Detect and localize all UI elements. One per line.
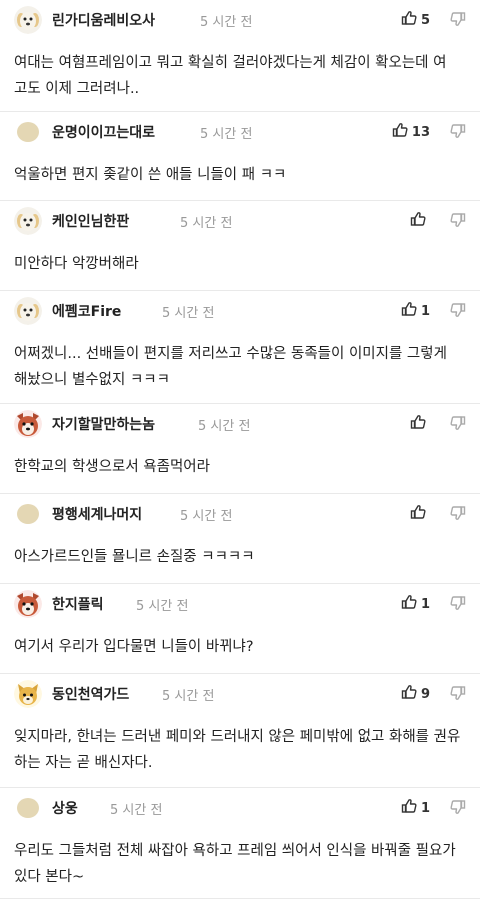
comment-timestamp: 5 시간 전 (136, 599, 189, 614)
comment-item: 평행세계나머지 5 시간 전아스가르드인들 묠니르 손질중 ㅋㅋㅋㅋ (0, 494, 480, 584)
like-count: 1 (420, 800, 430, 816)
dislike-button[interactable] (450, 799, 466, 819)
like-button[interactable]: 1 (401, 594, 430, 614)
avatar[interactable] (14, 297, 42, 325)
like-button[interactable] (410, 414, 430, 434)
like-button[interactable]: 13 (392, 122, 430, 142)
commenter-nickname[interactable]: 동인천역가드 (52, 684, 129, 704)
thumbs-up-icon (410, 414, 426, 434)
dislike-button[interactable] (450, 685, 466, 705)
comment-body: 미안하다 악깡버해라 (14, 256, 139, 272)
comment-item: 에펨코Fire 5 시간 전 1 어쩌겠니... 선배들이 편지를 저리쓰고 수많은 … (0, 291, 480, 404)
like-button[interactable]: 9 (401, 684, 430, 704)
thumbs-up-icon (401, 10, 417, 30)
comment-body: 잊지마라, 한녀는 드러낸 페미와 드러내지 않은 페미밖에 없고 화해를 권유… (14, 729, 461, 771)
avatar[interactable] (14, 6, 42, 34)
thumbs-up-icon (392, 122, 408, 142)
dislike-button[interactable] (450, 11, 466, 31)
commenter-nickname[interactable]: 에펨코Fire (52, 301, 121, 321)
thumbs-down-icon (450, 303, 466, 322)
avatar[interactable] (14, 590, 42, 618)
commenter-nickname[interactable]: 자기할말만하는놈 (52, 414, 155, 434)
comment-item: 상웅 5 시간 전 1 우리도 그들처럼 전체 싸잡아 욕하고 프레임 씌어서 인식을… (0, 788, 480, 899)
like-count: 1 (420, 303, 430, 319)
comment-timestamp: 5 시간 전 (180, 216, 233, 231)
thumbs-up-icon (410, 211, 426, 231)
commenter-nickname[interactable]: 린가디움레비오사 (52, 10, 155, 30)
comment-timestamp: 5 시간 전 (200, 15, 253, 30)
commenter-nickname[interactable]: 평행세계나머지 (52, 504, 142, 524)
avatar[interactable] (14, 118, 42, 146)
comment-body: 아스가르드인들 묠니르 손질중 ㅋㅋㅋㅋ (14, 549, 255, 565)
comment-item: 린가디움레비오사 5 시간 전 5 여대는 여혐프레임이고 뭐고 확실히 걸러야겠다는… (0, 0, 480, 112)
comment-timestamp: 5 시간 전 (180, 509, 233, 524)
like-button[interactable]: 1 (401, 798, 430, 818)
like-count: 13 (411, 124, 430, 140)
comment-timestamp: 5 시간 전 (162, 689, 215, 704)
avatar[interactable] (14, 207, 42, 235)
comment-timestamp: 5 시간 전 (110, 803, 163, 818)
comment-item: 동인천역가드 5 시간 전 9 잊지마라, 한녀는 드러낸 페미와 드러내지 않은 페… (0, 674, 480, 788)
comment-body: 여기서 우리가 입다물면 니들이 바뀌냐? (14, 639, 254, 655)
commenter-nickname[interactable]: 상웅 (52, 798, 78, 818)
comment-item: 자기할말만하는놈 5 시간 전한학교의 학생으로서 욕좀먹어라 (0, 404, 480, 494)
commenter-nickname[interactable]: 한지플릭 (52, 594, 104, 614)
like-button[interactable] (410, 504, 430, 524)
thumbs-up-icon (401, 684, 417, 704)
avatar[interactable] (14, 680, 42, 708)
comment-item: 한지플릭 5 시간 전 1 여기서 우리가 입다물면 니들이 바뀌냐? (0, 584, 480, 674)
thumbs-down-icon (450, 800, 466, 819)
thumbs-down-icon (450, 686, 466, 705)
thumbs-down-icon (450, 213, 466, 232)
comment-item: 케인인님한판 5 시간 전미안하다 악깡버해라 (0, 201, 480, 291)
avatar[interactable] (14, 794, 42, 822)
like-count: 9 (420, 686, 430, 702)
dislike-button[interactable] (450, 123, 466, 143)
comment-item: 운명이이끄는대로 5 시간 전 13 억울하면 편지 좆같이 쓴 애들 니들이 패 ㅋ… (0, 112, 480, 201)
comment-timestamp: 5 시간 전 (200, 127, 253, 142)
thumbs-up-icon (401, 301, 417, 321)
comment-body: 한학교의 학생으로서 욕좀먹어라 (14, 459, 210, 475)
like-count: 5 (420, 12, 430, 28)
like-button[interactable]: 1 (401, 301, 430, 321)
comment-timestamp: 5 시간 전 (162, 306, 215, 321)
commenter-nickname[interactable]: 케인인님한판 (52, 211, 129, 231)
thumbs-up-icon (410, 504, 426, 524)
thumbs-down-icon (450, 416, 466, 435)
thumbs-down-icon (450, 596, 466, 615)
comment-body: 우리도 그들처럼 전체 싸잡아 욕하고 프레임 씌어서 인식을 바꿔줄 필요가 … (14, 843, 456, 885)
like-button[interactable] (410, 211, 430, 231)
dislike-button[interactable] (450, 212, 466, 232)
thumbs-up-icon (401, 798, 417, 818)
like-count: 1 (420, 596, 430, 612)
thumbs-down-icon (450, 506, 466, 525)
thumbs-down-icon (450, 12, 466, 31)
dislike-button[interactable] (450, 302, 466, 322)
avatar[interactable] (14, 500, 42, 528)
comment-body: 여대는 여혐프레임이고 뭐고 확실히 걸러야겠다는게 체감이 확오는데 여고도 … (14, 55, 447, 97)
comment-body: 어쩌겠니... 선배들이 편지를 저리쓰고 수많은 동족들이 이미지를 그렇게 … (14, 346, 447, 388)
dislike-button[interactable] (450, 415, 466, 435)
like-button[interactable]: 5 (401, 10, 430, 30)
comment-timestamp: 5 시간 전 (198, 419, 251, 434)
dislike-button[interactable] (450, 595, 466, 615)
comment-body: 억울하면 편지 좆같이 쓴 애들 니들이 패 ㅋㅋ (14, 167, 287, 183)
thumbs-down-icon (450, 124, 466, 143)
commenter-nickname[interactable]: 운명이이끄는대로 (52, 122, 155, 142)
avatar[interactable] (14, 410, 42, 438)
dislike-button[interactable] (450, 505, 466, 525)
thumbs-up-icon (401, 594, 417, 614)
